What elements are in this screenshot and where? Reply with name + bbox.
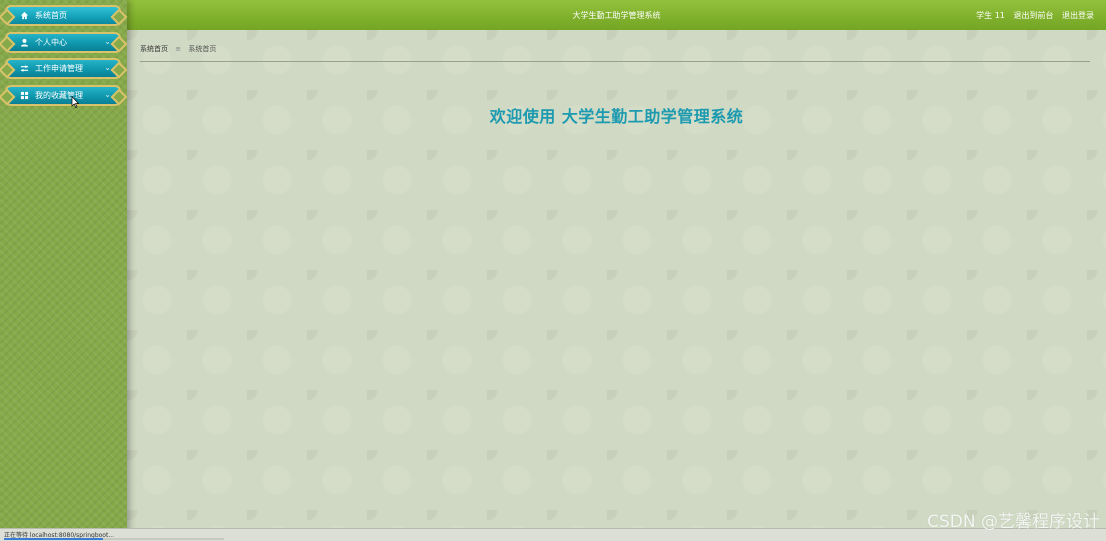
logout-link[interactable]: 退出登录 — [1062, 11, 1094, 20]
sidebar-item-job-applications[interactable]: 工作申请管理 ⌄ — [5, 58, 121, 79]
grid-icon — [19, 91, 29, 100]
sidebar: 系统首页 个人中心 ⌄ 工作申请管理 ⌄ 我的收藏管理 ⌄ — [0, 0, 127, 540]
sidebar-item-label: 工作申请管理 — [35, 64, 83, 73]
user-label: 学生 11 — [976, 11, 1005, 20]
sidebar-item-home[interactable]: 系统首页 — [5, 5, 121, 26]
welcome-prefix: 欢迎使用 — [489, 107, 556, 126]
mouse-cursor-icon — [71, 96, 79, 108]
sidebar-item-label: 个人中心 — [35, 38, 67, 47]
breadcrumb: 系统首页 ≡ 系统首页 — [140, 44, 1090, 62]
chevron-down-icon: ⌄ — [104, 37, 111, 46]
watermark: CSDN @艺馨程序设计 — [927, 512, 1100, 532]
sidebar-item-favorites[interactable]: 我的收藏管理 ⌄ — [5, 85, 121, 106]
chevron-down-icon: ⌄ — [104, 90, 111, 99]
sliders-icon — [19, 64, 29, 73]
sidebar-item-label: 系统首页 — [35, 11, 67, 20]
breadcrumb-item-current: 系统首页 — [188, 45, 217, 53]
breadcrumb-separator: ≡ — [175, 45, 182, 53]
header-user-actions: 学生 11 退出到前台 退出登录 — [970, 10, 1094, 21]
home-icon — [19, 11, 29, 20]
chevron-down-icon: ⌄ — [104, 63, 111, 72]
breadcrumb-item-home[interactable]: 系统首页 — [140, 45, 168, 53]
main-content: 系统首页 ≡ 系统首页 欢迎使用 大学生勤工助学管理系统 — [127, 30, 1106, 528]
back-to-frontend-link[interactable]: 退出到前台 — [1013, 11, 1053, 20]
welcome-system-name: 大学生勤工助学管理系统 — [561, 107, 744, 126]
app-title: 大学生勤工助学管理系统 — [572, 11, 661, 20]
top-header: 大学生勤工助学管理系统 学生 11 退出到前台 退出登录 — [127, 0, 1106, 30]
user-icon — [19, 38, 29, 47]
welcome-heading: 欢迎使用 大学生勤工助学管理系统 — [127, 103, 1106, 127]
sidebar-item-profile[interactable]: 个人中心 ⌄ — [5, 32, 121, 53]
